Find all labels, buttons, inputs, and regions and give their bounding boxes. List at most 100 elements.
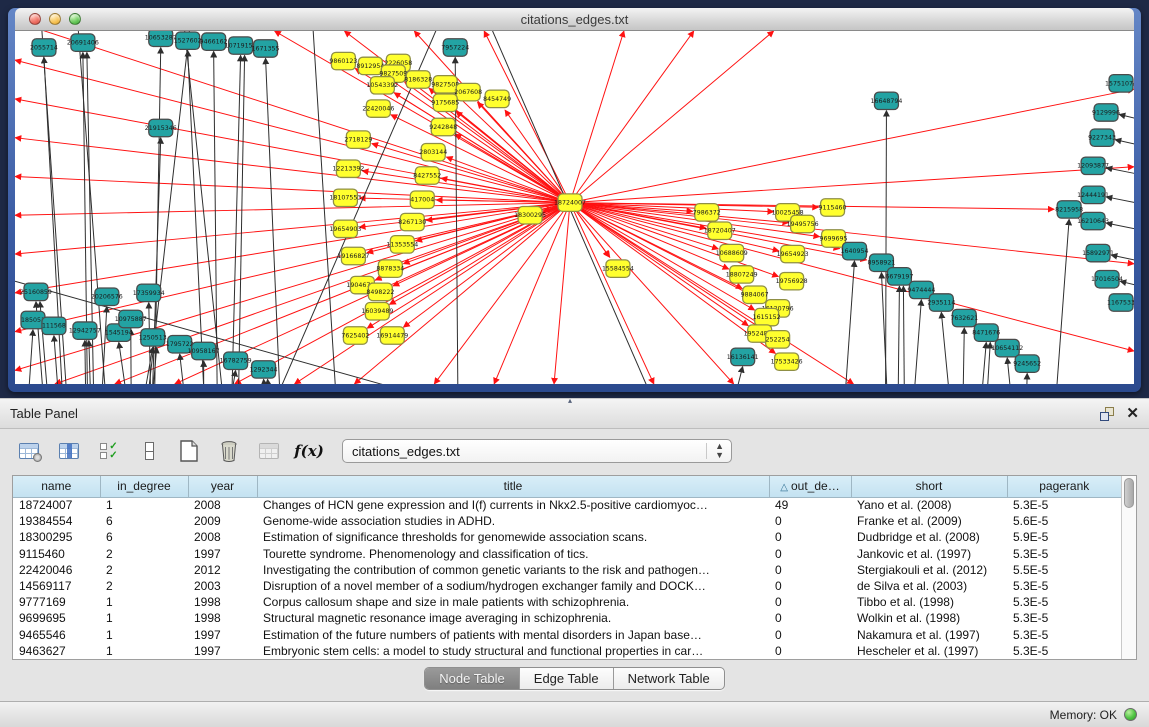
tab-edge-table[interactable]: Edge Table: [520, 668, 614, 689]
table-cell: Changes of HCN gene expression and I(f) …: [257, 497, 769, 513]
graph-node-label: 417004: [410, 197, 434, 204]
splitter-handle[interactable]: ▴: [568, 396, 572, 405]
graph-node-label: 8471676: [972, 330, 1000, 337]
float-panel-icon[interactable]: [1100, 407, 1114, 421]
column-header-name[interactable]: name: [13, 476, 100, 497]
graph-node-label: 9227343: [1088, 135, 1116, 142]
graph-node-label: 252254: [766, 336, 790, 343]
delete-table-button[interactable]: [216, 438, 242, 464]
column-header-pagerank[interactable]: pagerank: [1007, 476, 1121, 497]
table-cell: 5.3E-5: [1007, 610, 1121, 626]
table-cell: 0: [769, 578, 851, 594]
table-cell: 6: [100, 529, 188, 545]
graph-node-label: 19756928: [776, 278, 808, 285]
table-cell: 1: [100, 643, 188, 659]
table-row[interactable]: 1456911722003Disruption of a novel membe…: [13, 578, 1121, 594]
table-cell: Wolkin et al. (1998): [851, 610, 1007, 626]
graph-node-label: 15751074: [1105, 80, 1134, 87]
column-header-year[interactable]: year: [188, 476, 257, 497]
table-cell: Embryonic stem cells: a model to study s…: [257, 643, 769, 659]
table-cell: 0: [769, 513, 851, 529]
table-row[interactable]: 969969511998Structural magnetic resonanc…: [13, 610, 1121, 626]
table-row[interactable]: 2242004622012Investigating the contribut…: [13, 562, 1121, 578]
table-cell: 0: [769, 610, 851, 626]
table-cell: Corpus callosum shape and size in male p…: [257, 594, 769, 610]
table-cell: de Silva et al. (2003): [851, 578, 1007, 594]
new-document-icon: [180, 440, 198, 462]
table-header-row: namein_degreeyeartitle△out_de…shortpager…: [13, 476, 1121, 497]
graph-node-label: 10654112: [991, 345, 1023, 352]
table-cell: 22420046: [13, 562, 100, 578]
table-cell: 0: [769, 594, 851, 610]
delete-column-button[interactable]: [256, 438, 282, 464]
table-body: 1872400712008Changes of HCN gene express…: [13, 497, 1121, 659]
network-window-titlebar[interactable]: citations_edges.txt: [15, 8, 1134, 31]
table-options-button[interactable]: [16, 438, 42, 464]
scrollbar-thumb[interactable]: [1124, 478, 1134, 508]
graph-node-label: 7986372: [693, 209, 721, 216]
graph-node-label: 2055714: [30, 44, 58, 51]
table-cell: 6: [100, 513, 188, 529]
graph-node-label: 1545194: [105, 330, 133, 337]
tab-network-table[interactable]: Network Table: [614, 668, 724, 689]
table-cell: 5.3E-5: [1007, 497, 1121, 513]
gear-icon: [33, 453, 42, 462]
graph-node-label: 9245652: [1013, 361, 1041, 368]
graph-node-label: 19495756: [787, 221, 819, 228]
graph-node-label: 1527602: [174, 38, 202, 45]
graph-node-label: 10975887: [115, 316, 147, 323]
graph-node-label: 18300295: [514, 212, 546, 219]
graph-node-label: 20206576: [91, 294, 123, 301]
graph-node-label: 16210643: [1077, 218, 1109, 225]
table-cell: 0: [769, 643, 851, 659]
column-header-in_degree[interactable]: in_degree: [100, 476, 188, 497]
function-builder-button[interactable]: f(x): [296, 438, 322, 464]
table-cell: 2008: [188, 529, 257, 545]
table-row[interactable]: 1872400712008Changes of HCN gene express…: [13, 497, 1121, 513]
table-row[interactable]: 1830029562008Estimation of significance …: [13, 529, 1121, 545]
graph-node-label: 19654923: [777, 251, 809, 258]
select-rows-button[interactable]: ✓ ✓: [96, 438, 122, 464]
node-table: namein_degreeyeartitle△out_de…shortpager…: [12, 475, 1137, 660]
table-cell: 1: [100, 497, 188, 513]
graph-node-label: 8427552: [413, 173, 441, 180]
graph-node-label: 6679197: [885, 273, 913, 280]
graph-node-label: 12942757: [69, 328, 101, 335]
row-height-button[interactable]: [136, 438, 162, 464]
network-canvas[interactable]: 9860123891295422260589827509818632810543…: [15, 31, 1134, 384]
table-cell: Jankovic et al. (1997): [851, 546, 1007, 562]
table-cell: 5.3E-5: [1007, 627, 1121, 643]
table-row[interactable]: 1938455462009Genome-wide association stu…: [13, 513, 1121, 529]
fx-icon: f(x): [294, 442, 324, 460]
table-cell: Disruption of a novel member of a sodium…: [257, 578, 769, 594]
table-select-dropdown[interactable]: citations_edges.txt ▲▼: [342, 439, 732, 463]
column-header-short[interactable]: short: [851, 476, 1007, 497]
graph-node-label: 7632621: [950, 315, 978, 322]
close-panel-icon[interactable]: ✕: [1126, 407, 1139, 421]
table-cell: 1998: [188, 610, 257, 626]
table-row[interactable]: 946554611997Estimation of the future num…: [13, 627, 1121, 643]
table-row[interactable]: 946362711997Embryonic stem cells: a mode…: [13, 643, 1121, 659]
table-cell: 49: [769, 497, 851, 513]
column-highlight-icon: [67, 444, 72, 458]
table-scrollbar[interactable]: [1121, 476, 1136, 659]
graph-node-label: 9474444: [907, 287, 935, 294]
column-header-title[interactable]: title: [257, 476, 769, 497]
graph-node-label: 2935114: [927, 300, 955, 307]
graph-node-label: 7957224: [441, 44, 469, 51]
graph-node-label: 10958167: [188, 348, 220, 355]
column-header-out_de[interactable]: △out_de…: [769, 476, 851, 497]
show-columns-button[interactable]: [56, 438, 82, 464]
table-row[interactable]: 977716911998Corpus callosum shape and si…: [13, 594, 1121, 610]
new-table-button[interactable]: [176, 438, 202, 464]
table-cell: Nakamura et al. (1997): [851, 627, 1007, 643]
table-cell: 2003: [188, 578, 257, 594]
table-cell: Hescheler et al. (1997): [851, 643, 1007, 659]
tab-node-table[interactable]: Node Table: [425, 668, 520, 689]
graph-node-label: 15892971: [1082, 250, 1114, 257]
table-row[interactable]: 911546021997Tourette syndrome. Phenomeno…: [13, 546, 1121, 562]
graph-node-label: 16914479: [376, 333, 408, 340]
table-cell: 2: [100, 578, 188, 594]
graph-node-label: 9129996: [1092, 109, 1120, 116]
table-cell: 9465546: [13, 627, 100, 643]
